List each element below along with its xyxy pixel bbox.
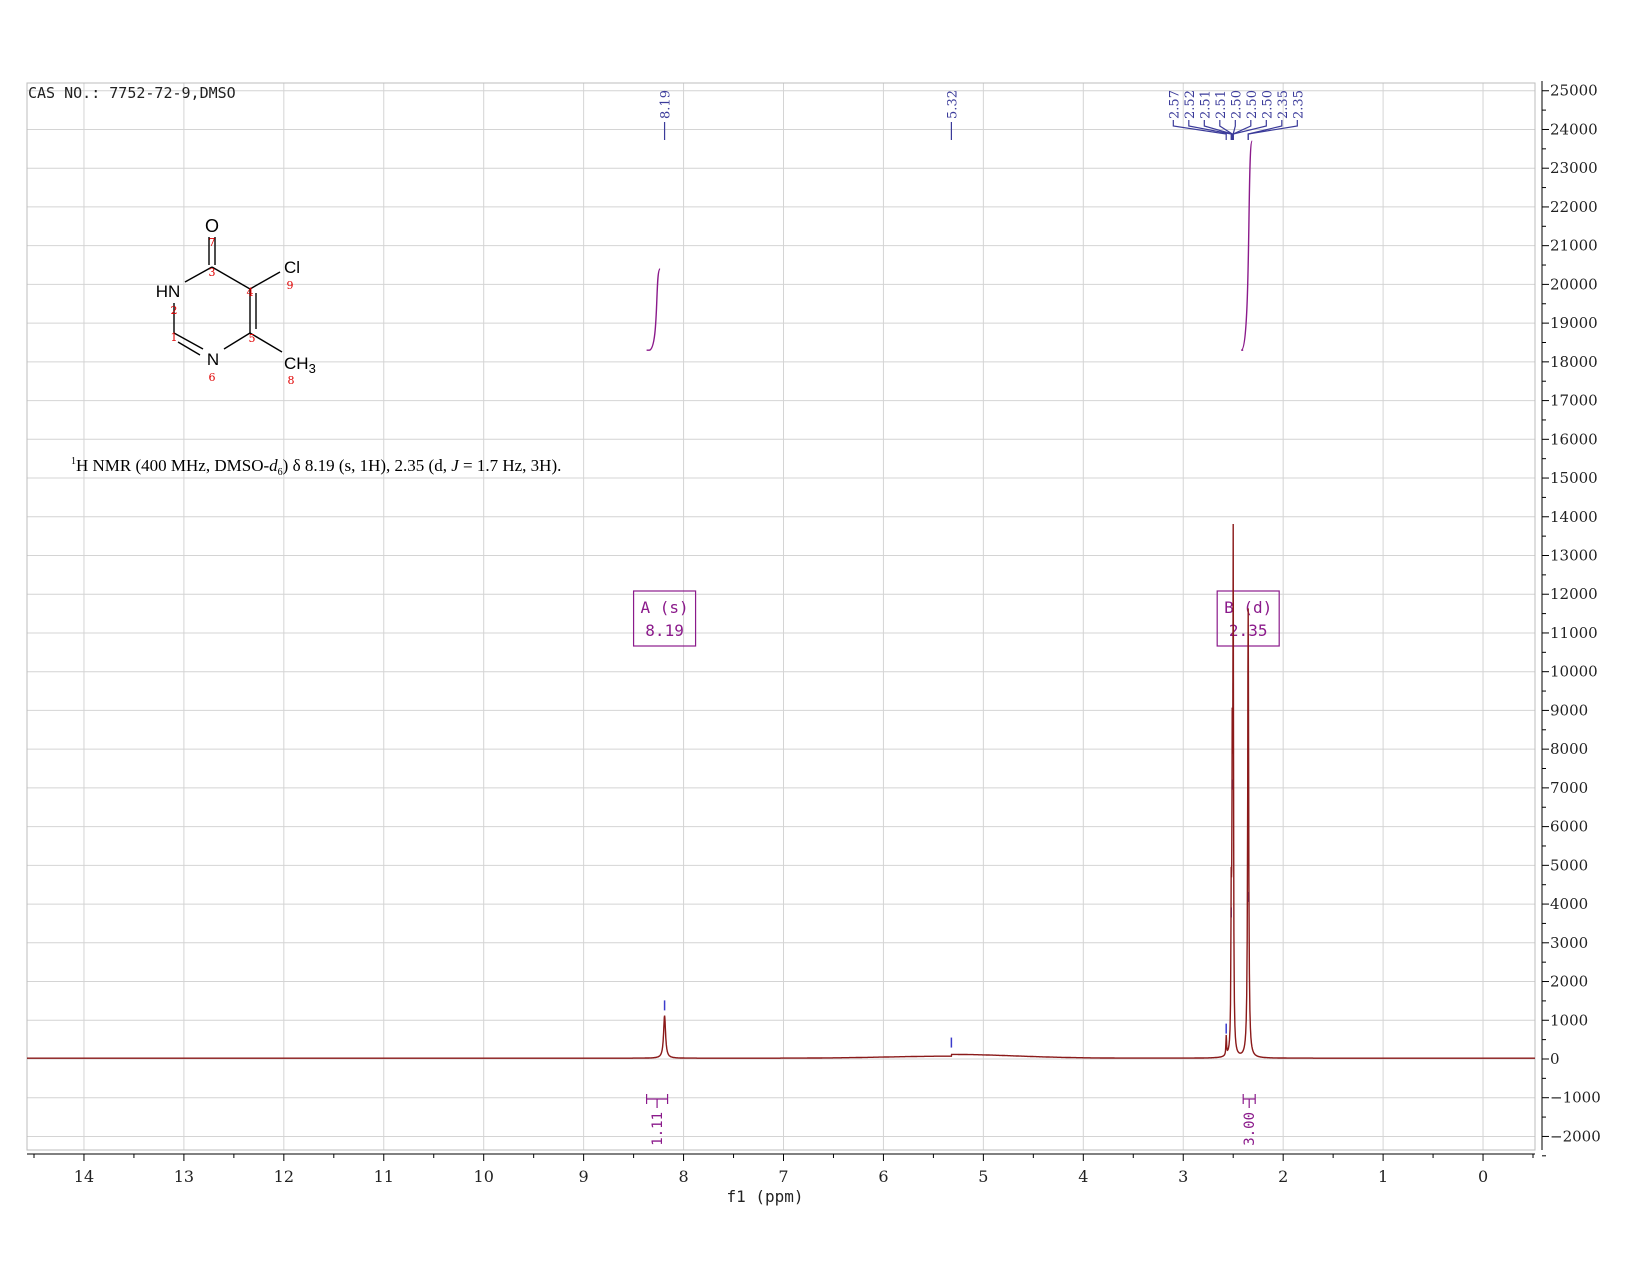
chart-title: CAS NO.: 7752-72-9,DMSO [28,84,236,102]
annotation-part2: ) δ 8.19 (s, 1H), 2.35 (d, [283,456,452,475]
x-axis-label: f1 (ppm) [726,1187,803,1206]
y-tick-label: 23000 [1550,159,1598,177]
nmr-annotation: 1H NMR (400 MHz, DMSO-d6) δ 8.19 (s, 1H)… [71,456,561,478]
x-tick-label: 9 [579,1167,589,1186]
atom-methyl-ch: CH [284,354,309,373]
peak-label: 2.50 [1245,90,1260,119]
y-tick-label: 8000 [1550,740,1588,758]
x-tick-label: 4 [1078,1167,1088,1186]
atom-methyl-sub: 3 [309,361,316,376]
y-tick-label: 17000 [1550,392,1598,410]
y-tick-label: 11000 [1550,624,1598,642]
x-tick-label: 12 [274,1167,294,1186]
atom-chlorine: Cl [284,258,300,277]
atom-number-8: 8 [288,374,295,387]
atom-number-5: 5 [249,332,256,345]
y-tick-label: 18000 [1550,353,1598,371]
y-tick-label: 16000 [1550,430,1598,448]
atom-number-9: 9 [287,279,294,292]
x-tick-label: 11 [374,1167,394,1186]
atom-number-2: 2 [171,304,178,317]
x-tick-label: 8 [678,1167,688,1186]
x-tick-label: 5 [978,1167,988,1186]
y-tick-label: 12000 [1550,585,1598,603]
atom-number-7: 7 [209,236,216,249]
peak-label: 5.32 [945,90,960,119]
y-tick-label: 0 [1550,1050,1560,1068]
y-tick-label: 1000 [1550,1011,1588,1029]
y-tick-label: 3000 [1550,934,1588,952]
y-tick-label: 9000 [1550,701,1588,719]
x-tick-label: 2 [1278,1167,1288,1186]
peak-label: 2.51 [1214,90,1229,119]
y-tick-label: 10000 [1550,663,1598,681]
x-tick-label: 10 [474,1167,494,1186]
y-tick-label: 14000 [1550,508,1598,526]
integration-value: 1.11 [650,1112,666,1146]
integration-value: 3.00 [1242,1112,1258,1146]
peak-label: 2.52 [1183,90,1198,119]
annotation-part3: = 1.7 Hz, 3H). [459,456,562,475]
y-tick-label: 19000 [1550,314,1598,332]
y-tick-label: −1000 [1550,1089,1601,1107]
peak-label: 2.50 [1229,90,1244,119]
y-tick-label: 24000 [1550,120,1598,138]
y-tick-label: 2000 [1550,973,1588,991]
y-tick-label: 4000 [1550,895,1588,913]
x-tick-label: 1 [1378,1167,1388,1186]
peak-label: 2.51 [1198,90,1213,119]
y-tick-label: 7000 [1550,779,1588,797]
peak-label: 2.35 [1276,90,1291,119]
atom-number-3: 3 [209,266,216,279]
x-tick-label: 14 [74,1167,94,1186]
peak-label: 2.57 [1167,90,1182,119]
peak-label: 2.35 [1291,90,1306,119]
atom-number-1: 1 [171,331,178,344]
multiplet-shift: 8.19 [645,621,684,640]
multiplet-label: A (s) [640,598,688,617]
x-tick-label: 0 [1478,1167,1488,1186]
y-tick-label: 15000 [1550,469,1598,487]
y-tick-label: 22000 [1550,198,1598,216]
atom-nitrogen: N [207,350,219,369]
x-tick-label: 3 [1178,1167,1188,1186]
peak-label: 2.50 [1260,90,1275,119]
x-tick-label: 7 [778,1167,788,1186]
y-tick-label: 5000 [1550,856,1588,874]
annotation-part1: H NMR (400 MHz, DMSO- [76,456,269,475]
y-tick-label: 20000 [1550,275,1598,293]
atom-oxygen: O [205,216,219,236]
atom-number-6: 6 [209,371,216,384]
x-tick-label: 13 [174,1167,194,1186]
y-tick-label: 25000 [1550,82,1598,100]
peak-label: 8.19 [659,90,674,119]
y-tick-label: 13000 [1550,547,1598,565]
nmr-spectrum-chart: 14 13 12 11 10 9 8 7 6 5 4 3 2 1 0 2500024000230002200… [0,0,1650,1275]
y-tick-label: 6000 [1550,818,1588,836]
y-tick-label: 21000 [1550,237,1598,255]
y-tick-label: −2000 [1550,1127,1601,1145]
x-tick-label: 6 [878,1167,888,1186]
atom-number-4: 4 [247,286,254,299]
atom-hn: HN [156,282,181,301]
